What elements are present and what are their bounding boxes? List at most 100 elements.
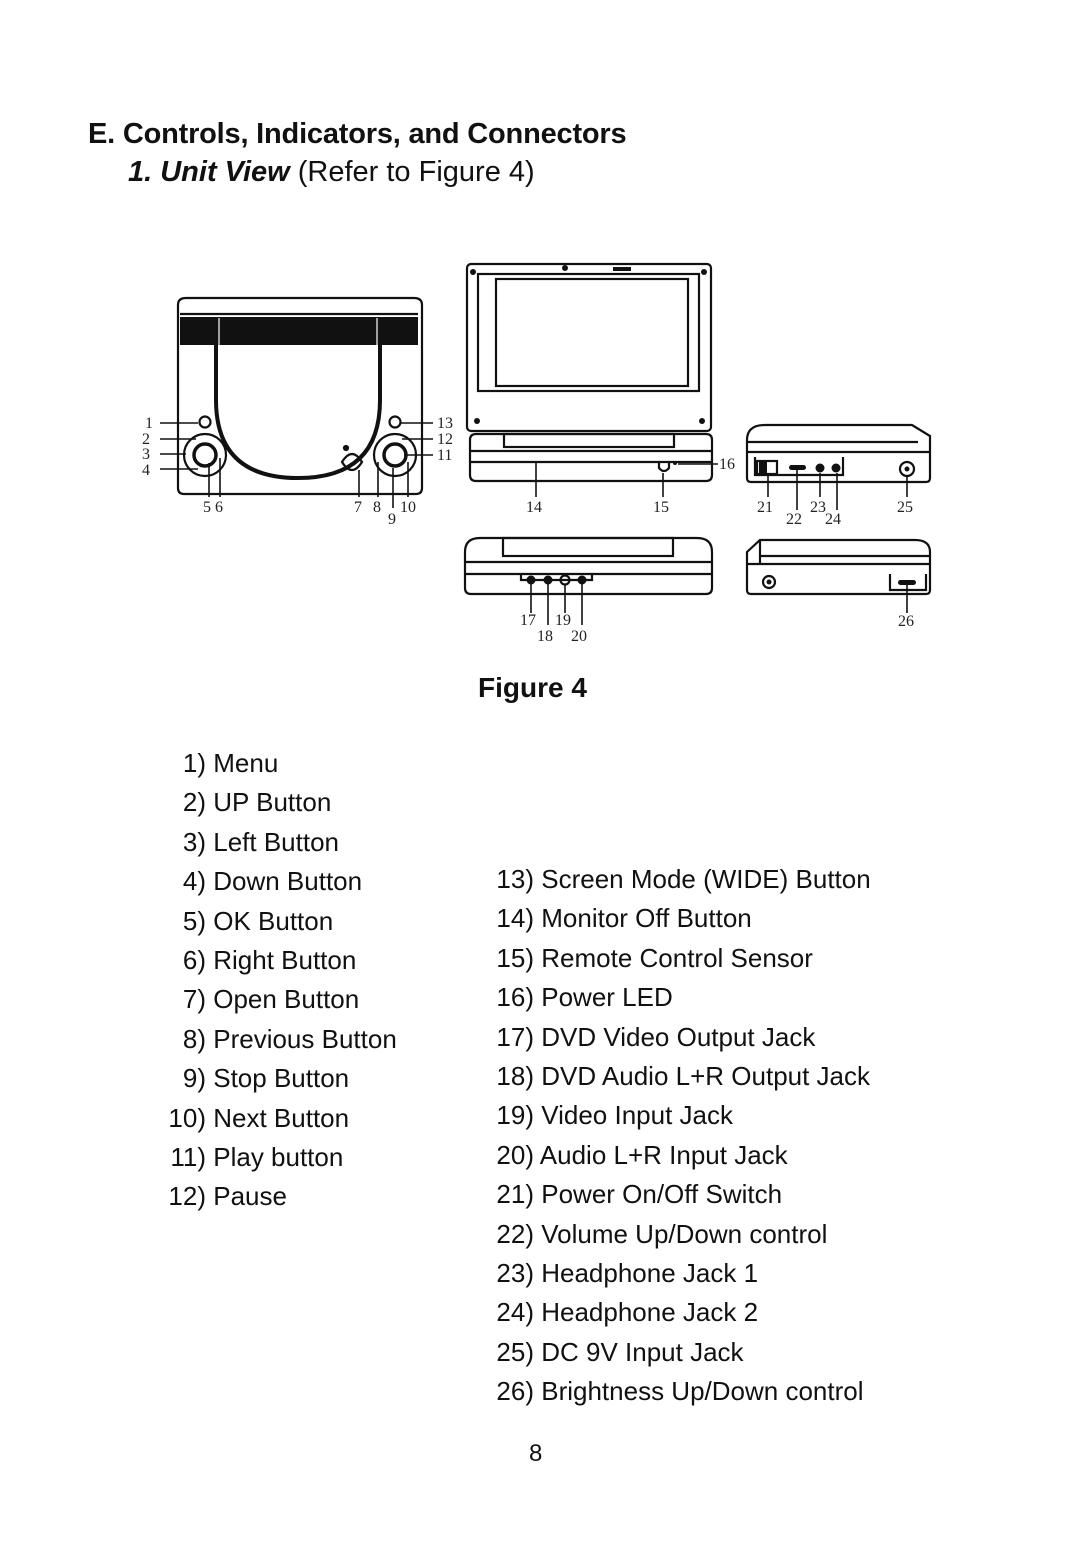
left-side-view: 26 [745, 538, 932, 630]
screw-dot [470, 269, 476, 275]
ir-sensor [657, 462, 671, 473]
screen-bezel [476, 272, 701, 393]
item-number: 24) [496, 1297, 534, 1328]
play-button-shape [382, 442, 408, 468]
list-item: 1) Menu [160, 744, 397, 783]
item-number: 11) [170, 1142, 206, 1173]
switch-knob [759, 462, 767, 473]
screen-housing [465, 262, 713, 433]
item-number: 5) [182, 905, 206, 936]
top-view: 1 2 3 4 5 6 7 8 9 10 11 12 13 [142, 296, 453, 528]
audio-out-jack-shape [543, 575, 553, 585]
video-out-jack-shape [526, 575, 536, 585]
controls-list-left: 1) Menu 2) UP Button 3) Left Button 4) D… [160, 744, 397, 1217]
callout-10: 10 [400, 499, 416, 516]
item-label: Headphone Jack 2 [541, 1297, 759, 1328]
callout-25: 25 [897, 499, 913, 516]
callout-11: 11 [437, 447, 452, 464]
item-label: Down Button [213, 866, 363, 897]
hinge [502, 432, 676, 449]
item-label: Screen Mode (WIDE) Button [541, 864, 871, 894]
item-label: DC 9V Input Jack [541, 1336, 744, 1367]
list-item: 20) Audio L+R Input Jack [488, 1136, 871, 1175]
item-number: 22) [496, 1218, 534, 1249]
item-number: 12) [168, 1181, 206, 1212]
item-label: Pause [213, 1181, 287, 1212]
callout-9: 9 [388, 511, 396, 528]
controls-list-right: 13) Screen Mode (WIDE) Button 14) Monito… [488, 860, 871, 1412]
headphone-jack-2-shape [831, 463, 841, 473]
item-number: 17) [496, 1021, 534, 1052]
left-jack-pin [766, 579, 772, 585]
brightness-wheel-shape [898, 580, 916, 585]
list-item: 13) Screen Mode (WIDE) Button [488, 860, 871, 899]
list-item: 6) Right Button [160, 941, 397, 980]
callout-8: 8 [373, 499, 381, 516]
list-item: 15) Remote Control Sensor [488, 939, 871, 978]
item-label: DVD Audio L+R Output Jack [541, 1061, 871, 1092]
item-label: Headphone Jack 1 [541, 1258, 759, 1289]
callout-5: 5 [203, 499, 211, 516]
item-label: Right Button [213, 945, 357, 976]
callout-16: 16 [719, 456, 735, 473]
callout-17: 17 [520, 612, 536, 629]
item-number: 8) [182, 1023, 206, 1054]
item-number: 20) [496, 1139, 534, 1170]
base-unit [468, 432, 714, 483]
list-item: 17) DVD Video Output Jack [488, 1018, 871, 1057]
latch [613, 267, 631, 271]
item-label: UP Button [213, 787, 332, 818]
item-label: Open Button [213, 984, 360, 1015]
item-label: Left Button [213, 826, 339, 857]
open-button-dots [342, 444, 350, 452]
figure-caption: Figure 4 [478, 672, 587, 703]
list-item: 8) Previous Button [160, 1020, 397, 1059]
item-label: Audio L+R Input Jack [539, 1139, 788, 1170]
item-number: 26) [496, 1376, 534, 1407]
wide-button-shape [388, 415, 402, 429]
menu-button-shape [198, 415, 212, 429]
list-item: 22) Volume Up/Down control [488, 1215, 871, 1254]
ok-button-shape [192, 442, 218, 468]
list-item: 11) Play button [160, 1138, 397, 1177]
item-number: 9) [182, 1063, 206, 1094]
item-number: 2) [182, 787, 206, 818]
list-item: 5) OK Button [160, 902, 397, 941]
list-item: 18) DVD Audio L+R Output Jack [488, 1057, 871, 1096]
callout-4: 4 [142, 462, 150, 479]
item-label: Volume Up/Down control [541, 1218, 828, 1249]
item-label: Menu [213, 748, 279, 778]
item-label: Power On/Off Switch [541, 1179, 783, 1210]
list-item: 19) Video Input Jack [488, 1096, 871, 1135]
callout-19: 19 [555, 612, 571, 629]
callout-24: 24 [825, 511, 841, 528]
screw-dot [701, 269, 707, 275]
callout-14: 14 [526, 499, 542, 516]
item-label: Next Button [213, 1102, 350, 1133]
item-number: 25) [496, 1336, 534, 1367]
screen-display [494, 277, 690, 388]
item-label: DVD Video Output Jack [541, 1021, 816, 1052]
page-number: 8 [529, 1440, 543, 1467]
item-label: OK Button [213, 905, 334, 936]
list-item: 3) Left Button [160, 823, 397, 862]
list-item: 10) Next Button [160, 1099, 397, 1138]
callout-18: 18 [537, 628, 553, 645]
list-item: 9) Stop Button [160, 1059, 397, 1098]
item-number: 1) [182, 748, 206, 778]
rear-hinge [501, 536, 675, 558]
callout-20: 20 [571, 628, 587, 645]
item-label: Monitor Off Button [541, 903, 752, 934]
item-number: 19) [496, 1100, 534, 1131]
item-number: 23) [496, 1258, 534, 1289]
power-led-shape [673, 461, 677, 465]
list-item: 24) Headphone Jack 2 [488, 1293, 871, 1332]
item-number: 3) [182, 826, 206, 857]
item-label: Video Input Jack [541, 1100, 733, 1131]
item-number: 21) [496, 1179, 534, 1210]
item-label: Play button [213, 1142, 344, 1173]
callout-12: 12 [437, 431, 453, 448]
list-item: 26) Brightness Up/Down control [488, 1372, 871, 1411]
callout-1: 1 [145, 415, 153, 432]
item-number: 13) [496, 864, 534, 894]
